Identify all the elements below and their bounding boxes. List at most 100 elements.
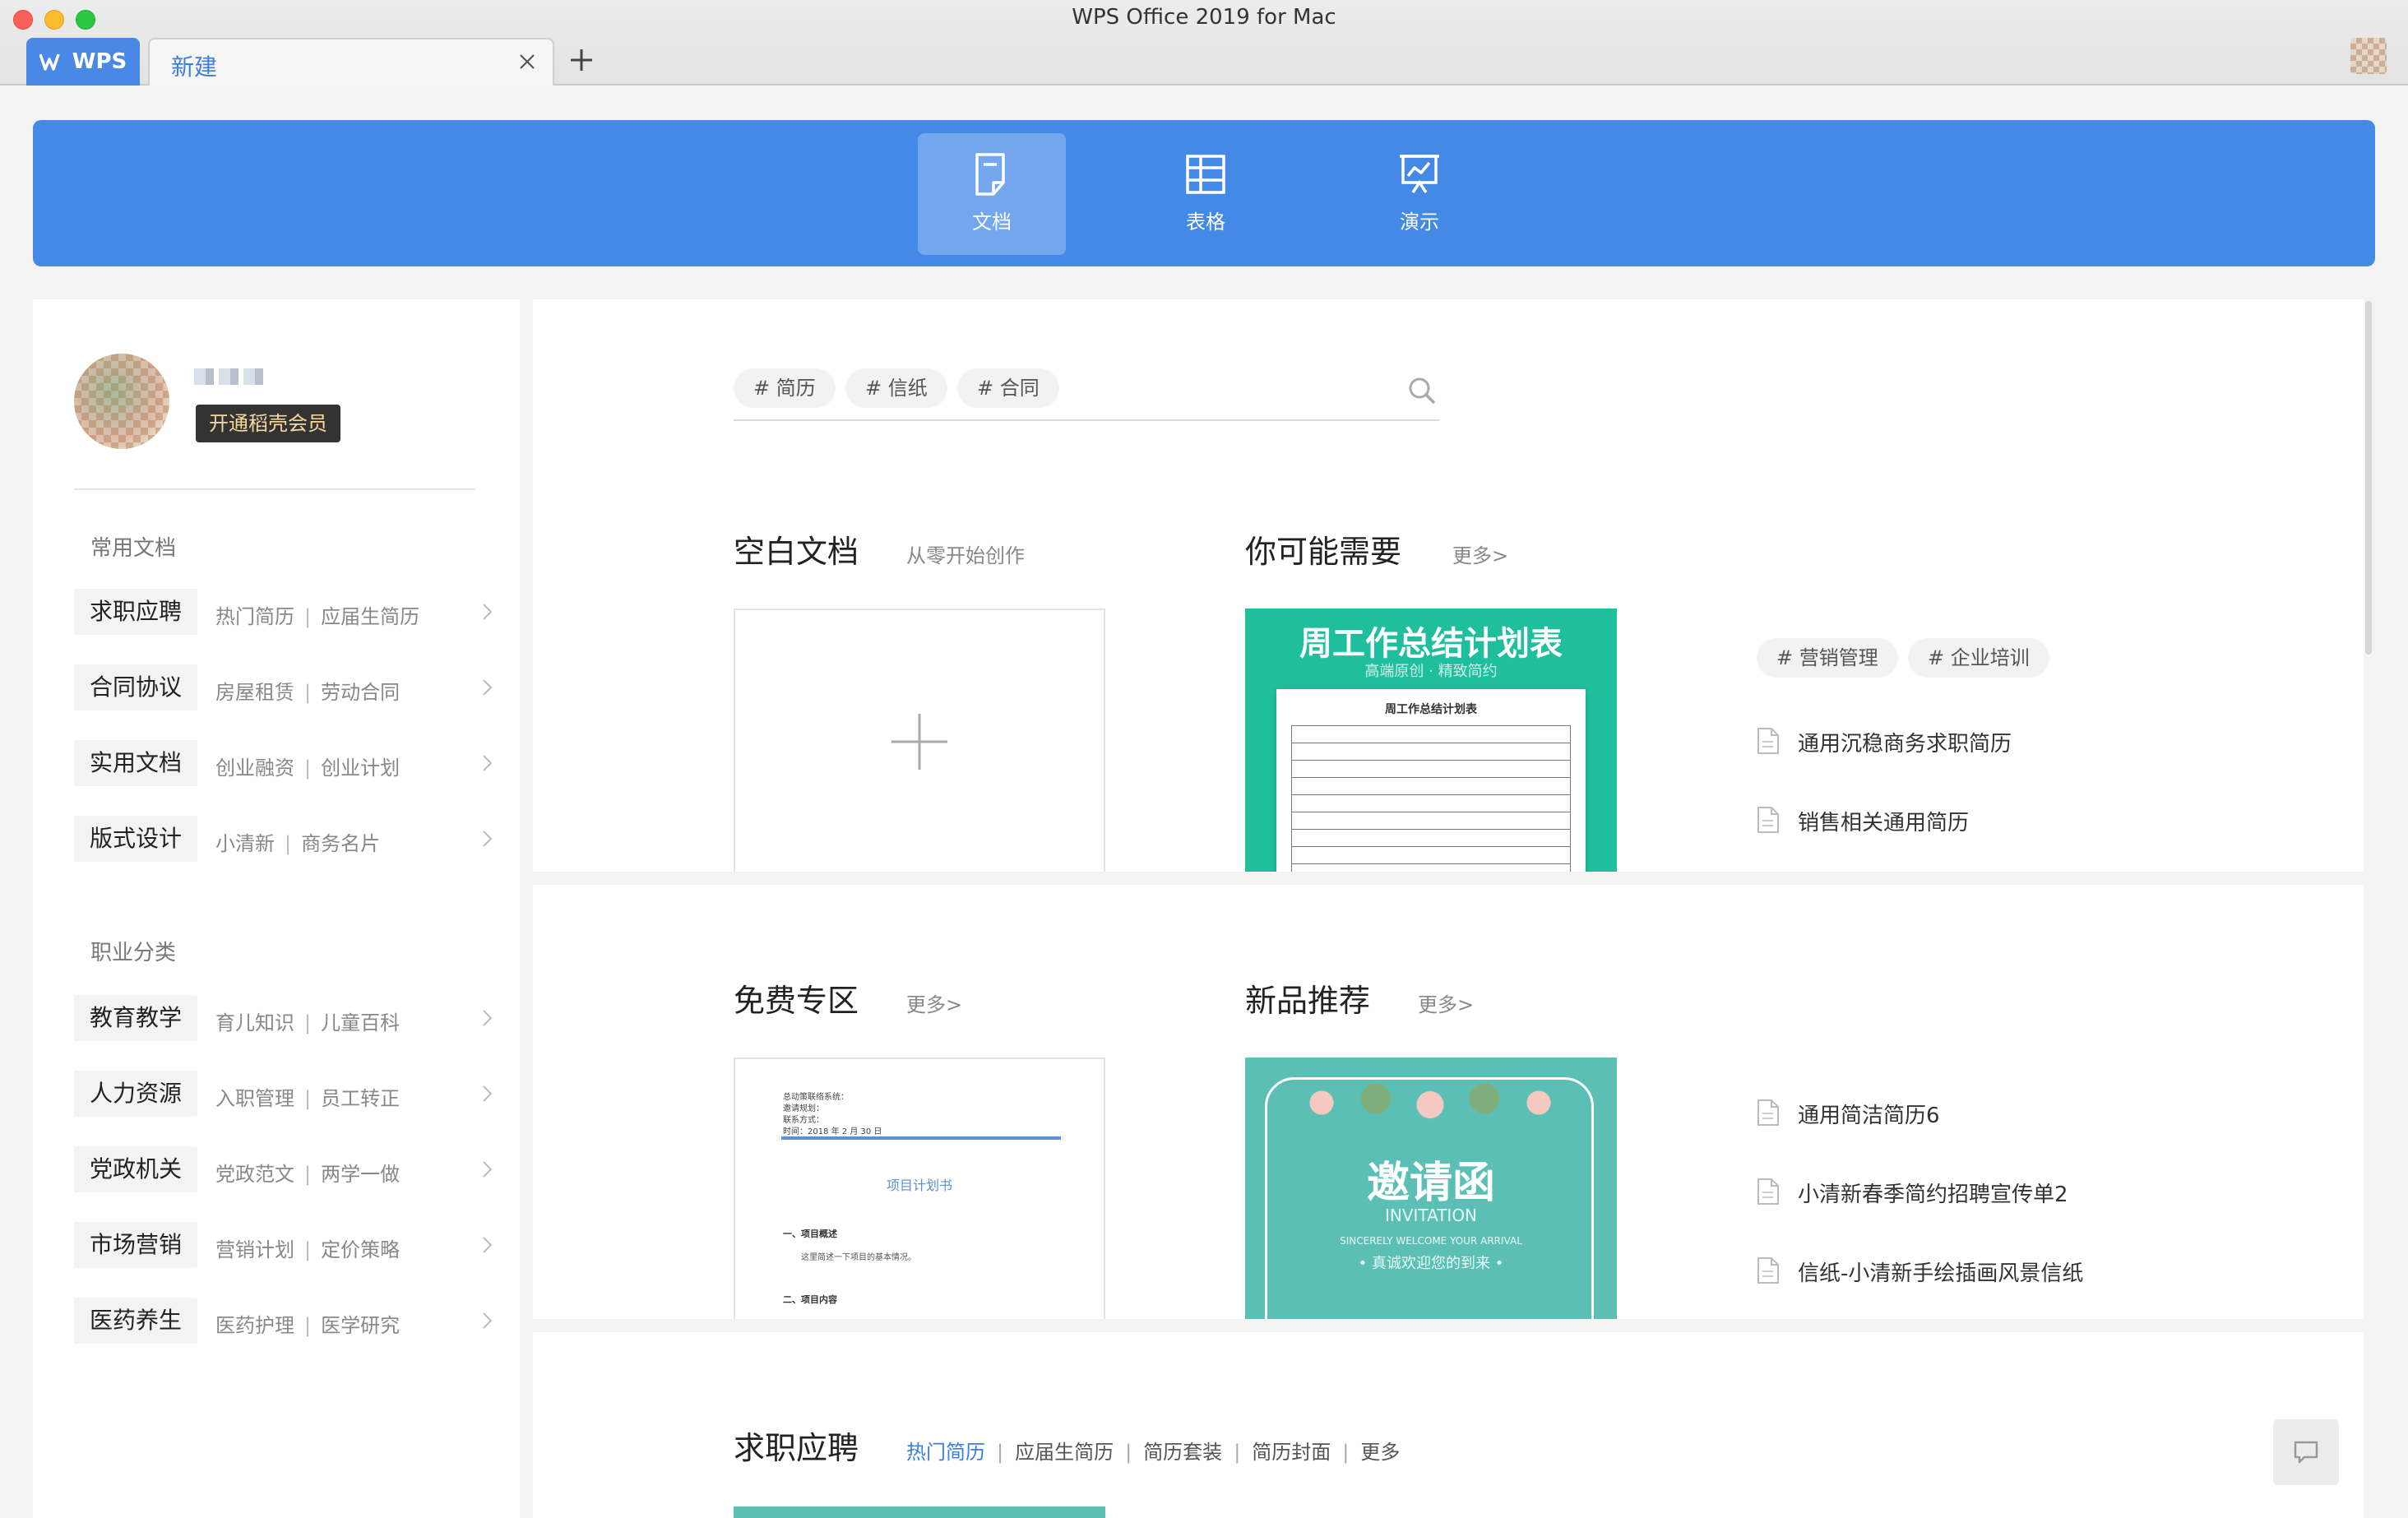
template-thumb-title: 周工作总结计划表 [1299, 625, 1563, 663]
sidebar-item-label[interactable]: 版式设计 [74, 816, 197, 862]
sidebar-item-hr[interactable]: 人力资源 入职管理 | 员工转正 [74, 1071, 502, 1117]
job-section-tabs: 热门简历 | 应届生简历 | 简历套装 | 简历封面 | 更多 [906, 1441, 1401, 1464]
job-section-title: 求职应聘 [734, 1430, 859, 1466]
new-more-link[interactable]: 更多> [1418, 988, 1474, 1017]
tab-wps-home[interactable]: WPS [26, 38, 140, 86]
sidebar-sublink[interactable]: 创业计划 [321, 757, 400, 780]
template-thumb-subtitle: 高端原创 · 精致简约 [1364, 663, 1498, 680]
panel-blank-and-suggest: # 简历 # 信纸 # 合同 空白文档 从零开始创作 你可能需要 更多> 周工作… [533, 299, 2364, 872]
user-avatar[interactable] [74, 354, 169, 449]
sidebar-item-label[interactable]: 求职应聘 [74, 589, 197, 635]
sidebar-sublink[interactable]: 商务名片 [301, 832, 380, 855]
presentation-icon [1400, 155, 1439, 193]
search-chip-resume[interactable]: # 简历 [734, 368, 836, 408]
sidebar-sublink[interactable]: 党政范文 [215, 1163, 294, 1186]
tag-chip-marketing[interactable]: # 营销管理 [1757, 638, 1898, 678]
sidebar-item-contracts[interactable]: 合同协议 房屋租赁 | 劳动合同 [74, 664, 502, 710]
chevron-right-icon[interactable] [475, 1082, 498, 1105]
panel-free-and-new: 免费专区 更多> 总动策联络系统： 邀请规划： 联系方式： 时间：2018 年 … [533, 885, 2364, 1319]
sidebar-item-label[interactable]: 教育教学 [74, 995, 197, 1041]
vip-membership-button[interactable]: 开通稻壳会员 [196, 405, 340, 442]
spreadsheet-icon [1186, 155, 1225, 194]
sidebar-sublink[interactable]: 儿童百科 [321, 1011, 400, 1034]
sidebar-sublink[interactable]: 两学一做 [321, 1163, 400, 1186]
blank-doc-card[interactable] [734, 609, 1105, 872]
job-template-card[interactable] [734, 1506, 1105, 1518]
job-tab-more[interactable]: 更多 [1360, 1441, 1400, 1464]
new-tab-plus-icon[interactable] [567, 46, 595, 74]
search-icon[interactable] [1406, 375, 1438, 406]
feedback-button[interactable] [2273, 1419, 2339, 1485]
job-tab-graduate-resume[interactable]: 应届生简历 [1015, 1441, 1114, 1464]
search-chip-letter[interactable]: # 信纸 [845, 368, 947, 408]
category-document[interactable]: 文档 [918, 133, 1066, 255]
chevron-right-icon[interactable] [475, 1007, 498, 1030]
sidebar-item-label[interactable]: 合同协议 [74, 664, 197, 710]
file-link-label: 通用沉稳商务求职简历 [1798, 732, 2012, 757]
sidebar-sublink[interactable]: 医药护理 [215, 1314, 294, 1337]
file-icon [1757, 807, 1779, 833]
chevron-right-icon[interactable] [475, 1233, 498, 1257]
invitation-flowers [1294, 1082, 1566, 1123]
sidebar-item-medicine[interactable]: 医药养生 医药护理 | 医学研究 [74, 1298, 502, 1344]
chevron-right-icon[interactable] [475, 827, 498, 850]
sidebar-sublink[interactable]: 创业融资 [215, 757, 294, 780]
sidebar-sublink[interactable]: 员工转正 [321, 1087, 400, 1110]
chevron-right-icon[interactable] [475, 752, 498, 775]
search-chip-contract[interactable]: # 合同 [957, 368, 1059, 408]
sidebar-sublink[interactable]: 劳动合同 [321, 681, 400, 704]
plus-icon [891, 714, 947, 770]
sidebar-sublink[interactable]: 医学研究 [321, 1314, 400, 1337]
sidebar-item-education[interactable]: 教育教学 育儿知识 | 儿童百科 [74, 995, 502, 1041]
doc-thumb-paragraph: 这里简述一下项目的基本情况。 [801, 1253, 916, 1262]
close-tab-icon[interactable] [516, 51, 538, 72]
sidebar-item-label[interactable]: 党政机关 [74, 1146, 197, 1192]
chevron-right-icon[interactable] [475, 1158, 498, 1181]
sidebar-item-label[interactable]: 市场营销 [74, 1222, 197, 1268]
sidebar-item-marketing[interactable]: 市场营销 营销计划 | 定价策略 [74, 1222, 502, 1268]
sidebar-item-label[interactable]: 实用文档 [74, 740, 197, 786]
chevron-right-icon[interactable] [475, 600, 498, 623]
template-weekly-plan-card[interactable]: 周工作总结计划表 高端原创 · 精致简约 周工作总结计划表 [1245, 609, 1617, 872]
job-tab-resume-set[interactable]: 简历套装 [1143, 1441, 1222, 1464]
category-spreadsheet[interactable]: 表格 [1132, 133, 1280, 255]
free-more-link[interactable]: 更多> [906, 988, 962, 1017]
sidebar-sublink[interactable]: 入职管理 [215, 1087, 294, 1110]
category-presentation-label: 演示 [1400, 211, 1439, 234]
tab-new-document[interactable]: 新建 [148, 38, 554, 86]
template-thumb-paper: 周工作总结计划表 [1276, 689, 1586, 872]
tag-chip-training[interactable]: # 企业培训 [1908, 638, 2049, 678]
sidebar-item-job-search[interactable]: 求职应聘 热门简历 | 应届生简历 [74, 589, 502, 635]
doc-thumb-title: 项目计划书 [886, 1178, 952, 1193]
job-tab-hot-resume[interactable]: 热门简历 [906, 1441, 985, 1464]
wps-logo-icon [39, 53, 60, 71]
sidebar-sublink[interactable]: 育儿知识 [215, 1011, 294, 1034]
search-bar[interactable]: # 简历 # 信纸 # 合同 [734, 368, 1439, 421]
category-band: 文档 表格 演示 [33, 120, 2375, 266]
job-tab-resume-cover[interactable]: 简历封面 [1252, 1441, 1331, 1464]
title-bar: WPS Office 2019 for Mac WPS 新建 [0, 0, 2408, 86]
sidebar-item-government[interactable]: 党政机关 党政范文 | 两学一做 [74, 1146, 502, 1192]
category-spreadsheet-label: 表格 [1186, 211, 1225, 234]
sidebar-sublink[interactable]: 营销计划 [215, 1238, 294, 1261]
sidebar-sublink[interactable]: 小清新 [215, 832, 275, 855]
suggest-more-link[interactable]: 更多> [1452, 539, 1508, 568]
sidebar-sublink[interactable]: 房屋租赁 [215, 681, 294, 704]
sidebar-sublink[interactable]: 应届生简历 [321, 605, 419, 628]
doc-thumb-heading: 二、项目内容 [783, 1294, 837, 1305]
chevron-right-icon[interactable] [475, 1309, 498, 1332]
sidebar-item-label[interactable]: 医药养生 [74, 1298, 197, 1344]
file-link-label: 通用简洁简历6 [1798, 1104, 1940, 1128]
category-presentation[interactable]: 演示 [1345, 133, 1493, 255]
sidebar-item-layout-design[interactable]: 版式设计 小清新 | 商务名片 [74, 816, 502, 862]
sidebar-item-label[interactable]: 人力资源 [74, 1071, 197, 1117]
chevron-right-icon[interactable] [475, 676, 498, 699]
template-invitation-card[interactable]: 邀请函 INVITATION SINCERELY WELCOME YOUR AR… [1245, 1058, 1617, 1319]
account-avatar[interactable] [2350, 38, 2387, 74]
main-scrollbar[interactable] [2365, 301, 2372, 655]
invitation-small-text: SINCERELY WELCOME YOUR ARRIVAL [1340, 1235, 1522, 1247]
template-project-plan-card[interactable]: 总动策联络系统： 邀请规划： 联系方式： 时间：2018 年 2 月 30 日 … [734, 1058, 1105, 1319]
sidebar-item-practical-docs[interactable]: 实用文档 创业融资 | 创业计划 [74, 740, 502, 786]
sidebar-sublink[interactable]: 定价策略 [321, 1238, 400, 1261]
sidebar-sublink[interactable]: 热门简历 [215, 605, 294, 628]
